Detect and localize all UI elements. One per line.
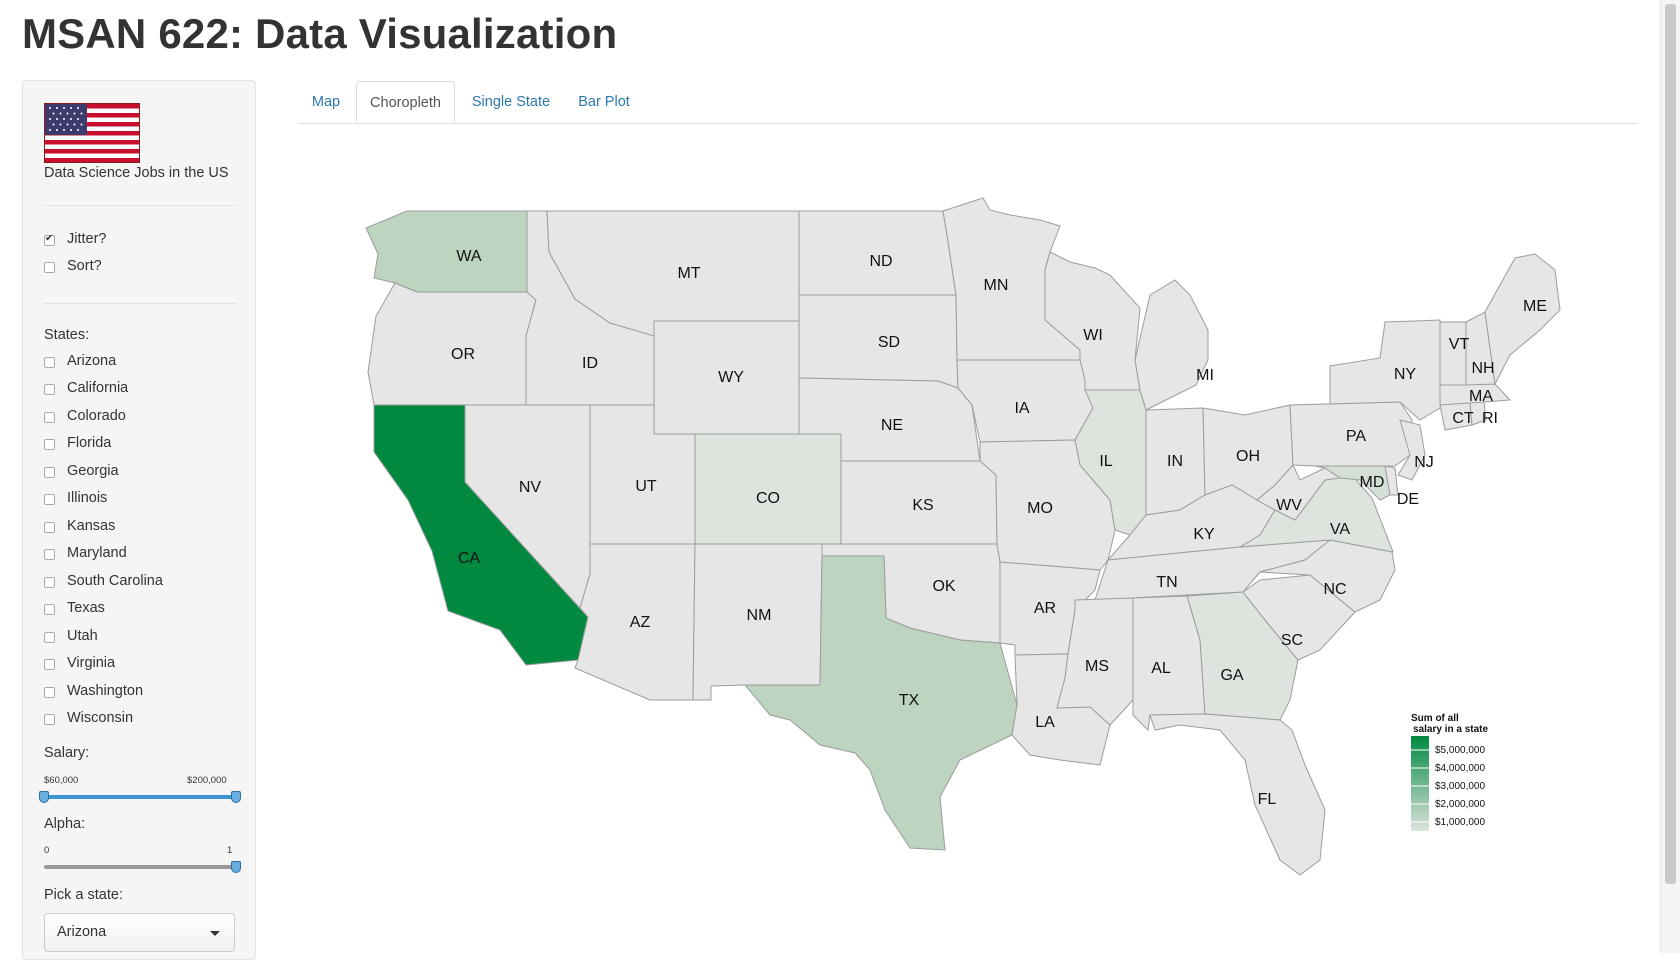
state-label-ks: KS bbox=[912, 497, 933, 514]
state-label-nc: NC bbox=[1323, 581, 1346, 598]
state-label-nh: NH bbox=[1471, 360, 1494, 377]
state-label-de: DE bbox=[1397, 491, 1419, 508]
legend-title-line2: salary in a state bbox=[1413, 724, 1488, 735]
us-choropleth-map: WA OR CA ID NV MT WY UT AZ CO NM ND SD N… bbox=[365, 197, 1561, 876]
state-label-wv: WV bbox=[1276, 497, 1302, 514]
state-shape-mi[interactable] bbox=[1134, 279, 1209, 411]
page-scrollbar[interactable] bbox=[1660, 0, 1680, 953]
state-label-pa: PA bbox=[1346, 428, 1366, 445]
state-label-la: LA bbox=[1035, 714, 1055, 731]
state-label-id: ID bbox=[582, 355, 598, 372]
state-label-or: OR bbox=[451, 346, 475, 363]
state-label-ca: CA bbox=[458, 550, 481, 567]
state-label-ri: RI bbox=[1482, 410, 1498, 427]
map-legend: Sum of all salary in a state $5,000,000 … bbox=[1411, 713, 1488, 831]
state-label-in: IN bbox=[1167, 453, 1183, 470]
state-label-ga: GA bbox=[1220, 667, 1243, 684]
state-label-wy: WY bbox=[718, 369, 744, 386]
state-label-mt: MT bbox=[677, 265, 700, 282]
state-label-va: VA bbox=[1330, 521, 1350, 538]
legend-tick-3m: $3,000,000 bbox=[1435, 781, 1485, 792]
state-label-mn: MN bbox=[984, 277, 1009, 294]
state-shape-co[interactable] bbox=[694, 433, 842, 545]
state-label-ny: NY bbox=[1394, 366, 1417, 383]
state-label-ms: MS bbox=[1085, 658, 1109, 675]
state-label-nd: ND bbox=[869, 253, 892, 270]
state-label-me: ME bbox=[1523, 298, 1547, 315]
state-label-tx: TX bbox=[899, 692, 920, 709]
state-label-vt: VT bbox=[1449, 336, 1470, 353]
state-label-sd: SD bbox=[878, 334, 900, 351]
state-label-nj: NJ bbox=[1414, 454, 1434, 471]
state-label-ok: OK bbox=[932, 578, 955, 595]
state-label-nm: NM bbox=[747, 607, 772, 624]
state-label-mi: MI bbox=[1196, 367, 1214, 384]
legend-tick-2m: $2,000,000 bbox=[1435, 799, 1485, 810]
state-label-al: AL bbox=[1151, 660, 1171, 677]
state-label-ky: KY bbox=[1193, 526, 1215, 543]
state-shape-me[interactable] bbox=[1484, 253, 1561, 386]
state-label-fl: FL bbox=[1258, 791, 1277, 808]
state-label-ia: IA bbox=[1014, 400, 1029, 417]
state-label-ct: CT bbox=[1452, 410, 1474, 427]
state-label-ma: MA bbox=[1469, 388, 1493, 405]
state-label-md: MD bbox=[1360, 474, 1385, 491]
state-label-ar: AR bbox=[1034, 600, 1056, 617]
state-shape-vt[interactable] bbox=[1439, 321, 1467, 386]
state-label-mo: MO bbox=[1027, 500, 1053, 517]
scrollbar-thumb[interactable] bbox=[1665, 4, 1676, 884]
state-label-ne: NE bbox=[881, 417, 903, 434]
state-label-co: CO bbox=[756, 490, 780, 507]
state-label-wa: WA bbox=[456, 248, 482, 265]
state-shape-fl[interactable] bbox=[1149, 713, 1326, 876]
state-label-tn: TN bbox=[1156, 574, 1177, 591]
state-label-oh: OH bbox=[1236, 448, 1260, 465]
legend-tick-4m: $4,000,000 bbox=[1435, 763, 1485, 774]
state-shape-or[interactable] bbox=[367, 282, 537, 406]
state-label-ut: UT bbox=[635, 478, 657, 495]
legend-tick-1m: $1,000,000 bbox=[1435, 817, 1485, 828]
state-label-sc: SC bbox=[1281, 632, 1303, 649]
legend-title-line1: Sum of all bbox=[1411, 713, 1459, 724]
state-shape-wa[interactable] bbox=[365, 210, 528, 293]
state-label-il: IL bbox=[1099, 453, 1112, 470]
legend-tick-5m: $5,000,000 bbox=[1435, 745, 1485, 756]
state-label-az: AZ bbox=[630, 614, 651, 631]
state-label-wi: WI bbox=[1083, 327, 1103, 344]
state-label-nv: NV bbox=[519, 479, 542, 496]
